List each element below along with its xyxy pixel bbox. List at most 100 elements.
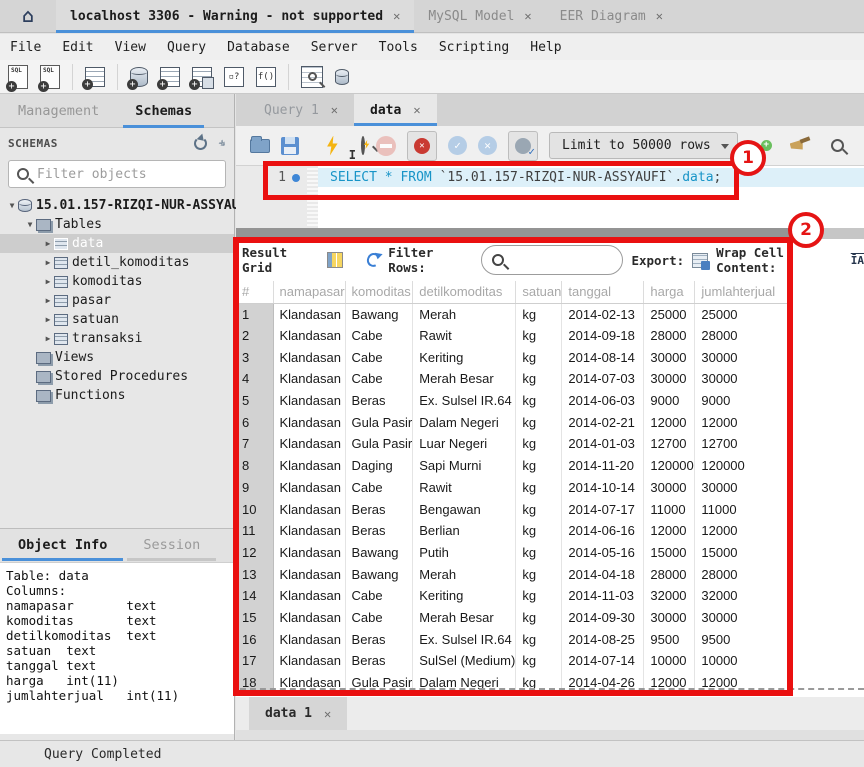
cell[interactable]: 2014-10-14 — [562, 477, 644, 499]
create-view-icon[interactable] — [192, 67, 212, 87]
window-tab-eer-diagram[interactable]: EER Diagram ✕ — [546, 0, 677, 33]
cell[interactable]: Cabe — [345, 368, 413, 390]
cell[interactable]: kg — [516, 325, 562, 347]
cell[interactable]: 2014-08-14 — [562, 346, 644, 368]
cell[interactable]: Merah — [413, 563, 516, 585]
beautify-icon[interactable] — [790, 138, 810, 154]
cell[interactable]: 17 — [236, 650, 273, 672]
cell[interactable]: 2014-07-03 — [562, 368, 644, 390]
cell[interactable]: Dalam Negeri — [413, 672, 516, 694]
cell[interactable]: Klandasan — [273, 520, 345, 542]
cell[interactable]: 9000 — [695, 390, 788, 412]
cell[interactable]: Gula Pasir — [345, 433, 413, 455]
search-table-data-icon[interactable] — [301, 66, 323, 88]
column-header[interactable]: # — [236, 281, 273, 303]
close-icon[interactable]: ✕ — [393, 9, 400, 23]
cell[interactable]: Klandasan — [273, 411, 345, 433]
cell[interactable]: 11000 — [644, 498, 695, 520]
window-tab-connection[interactable]: localhost 3306 - Warning - not supported… — [56, 0, 414, 33]
cell[interactable]: 2014-09-30 — [562, 607, 644, 629]
tree-item-pasar[interactable]: ▶pasar — [0, 291, 234, 310]
cell[interactable]: Daging — [345, 455, 413, 477]
sql-editor[interactable]: 1 SELECT * FROM `15.01.157-RIZQI-NUR-ASS… — [236, 166, 864, 228]
close-icon[interactable]: ✕ — [331, 103, 338, 117]
tree-item-satuan[interactable]: ▶satuan — [0, 310, 234, 329]
close-icon[interactable]: ✕ — [413, 103, 420, 117]
tree-item-stored-procedures[interactable]: Stored Procedures — [0, 367, 234, 386]
close-icon[interactable]: ✕ — [524, 9, 531, 23]
tree-item-transaksi[interactable]: ▶transaksi — [0, 329, 234, 348]
explain-icon[interactable] — [361, 138, 365, 153]
cell[interactable]: 4 — [236, 368, 273, 390]
cell[interactable]: Cabe — [345, 346, 413, 368]
cell[interactable]: kg — [516, 585, 562, 607]
tree-item-detil-komoditas[interactable]: ▶detil_komoditas — [0, 253, 234, 272]
cell[interactable]: Cabe — [345, 325, 413, 347]
cell[interactable]: 120000 — [695, 455, 788, 477]
cell[interactable]: 10000 — [695, 650, 788, 672]
close-icon[interactable]: ✕ — [656, 9, 663, 23]
table-row[interactable]: 17KlandasanBerasSulSel (Medium)kg2014-07… — [236, 650, 788, 672]
cell[interactable]: 2014-04-18 — [562, 563, 644, 585]
cell[interactable]: Beras — [345, 520, 413, 542]
cell[interactable]: Klandasan — [273, 325, 345, 347]
cell[interactable]: 2014-11-03 — [562, 585, 644, 607]
create-function-icon[interactable]: f() — [256, 67, 276, 87]
cell[interactable]: 12000 — [695, 520, 788, 542]
cell[interactable]: Klandasan — [273, 650, 345, 672]
cell[interactable]: Klandasan — [273, 346, 345, 368]
commit-icon[interactable]: ✓ — [448, 136, 467, 155]
cell[interactable]: Sapi Murni — [413, 455, 516, 477]
cell[interactable]: kg — [516, 650, 562, 672]
table-row[interactable]: 9KlandasanCabeRawitkg2014-10-14300003000… — [236, 477, 788, 499]
refresh-schemas-icon[interactable] — [194, 137, 207, 150]
cell[interactable]: Bawang — [345, 303, 413, 325]
open-sql-file-icon[interactable] — [40, 65, 60, 89]
create-table-icon[interactable] — [160, 67, 180, 87]
menu-file[interactable]: File — [10, 40, 41, 55]
new-sql-tab-icon[interactable] — [8, 65, 28, 89]
cell[interactable]: 15 — [236, 607, 273, 629]
cell[interactable]: Cabe — [345, 585, 413, 607]
cell[interactable]: 8 — [236, 455, 273, 477]
stop-icon[interactable] — [376, 136, 396, 156]
cell[interactable]: Gula Pasir — [345, 411, 413, 433]
cell[interactable]: 28000 — [695, 325, 788, 347]
cell[interactable]: Klandasan — [273, 303, 345, 325]
cell[interactable]: 30000 — [695, 346, 788, 368]
create-procedure-icon[interactable]: ▫? — [224, 67, 244, 87]
cell[interactable]: 2014-07-17 — [562, 498, 644, 520]
table-row[interactable]: 1KlandasanBawangMerahkg2014-02-132500025… — [236, 303, 788, 325]
cell[interactable]: 10000 — [644, 650, 695, 672]
cell[interactable]: 2014-08-25 — [562, 628, 644, 650]
cell[interactable]: 30000 — [644, 477, 695, 499]
menu-edit[interactable]: Edit — [62, 40, 93, 55]
table-row[interactable]: 7KlandasanGula PasirLuar Negerikg2014-01… — [236, 433, 788, 455]
cell[interactable]: kg — [516, 390, 562, 412]
cell[interactable]: 2014-06-03 — [562, 390, 644, 412]
cell[interactable]: 16 — [236, 628, 273, 650]
cell[interactable]: kg — [516, 520, 562, 542]
cell[interactable]: Beras — [345, 390, 413, 412]
tab-session[interactable]: Session — [125, 537, 218, 561]
export-icon[interactable] — [692, 253, 708, 268]
cell[interactable]: kg — [516, 607, 562, 629]
cell[interactable]: 2014-02-21 — [562, 411, 644, 433]
table-row[interactable]: 10KlandasanBerasBengawankg2014-07-171100… — [236, 498, 788, 520]
sidebar-tab-schemas[interactable]: Schemas — [117, 94, 210, 128]
cell[interactable]: Cabe — [345, 607, 413, 629]
panel-splitter[interactable] — [236, 228, 794, 239]
cell[interactable]: kg — [516, 411, 562, 433]
cell[interactable]: Bawang — [345, 563, 413, 585]
cell[interactable]: Merah Besar — [413, 368, 516, 390]
cell[interactable]: 2014-02-13 — [562, 303, 644, 325]
table-row[interactable]: 12KlandasanBawangPutihkg2014-05-16150001… — [236, 542, 788, 564]
cell[interactable]: kg — [516, 368, 562, 390]
cell[interactable]: 32000 — [695, 585, 788, 607]
cell[interactable]: Klandasan — [273, 542, 345, 564]
cell[interactable]: Rawit — [413, 477, 516, 499]
cell[interactable]: Putih — [413, 542, 516, 564]
cell[interactable]: 2014-04-26 — [562, 672, 644, 694]
rollback-icon[interactable]: ✕ — [478, 136, 497, 155]
cell[interactable]: 12000 — [644, 672, 695, 694]
